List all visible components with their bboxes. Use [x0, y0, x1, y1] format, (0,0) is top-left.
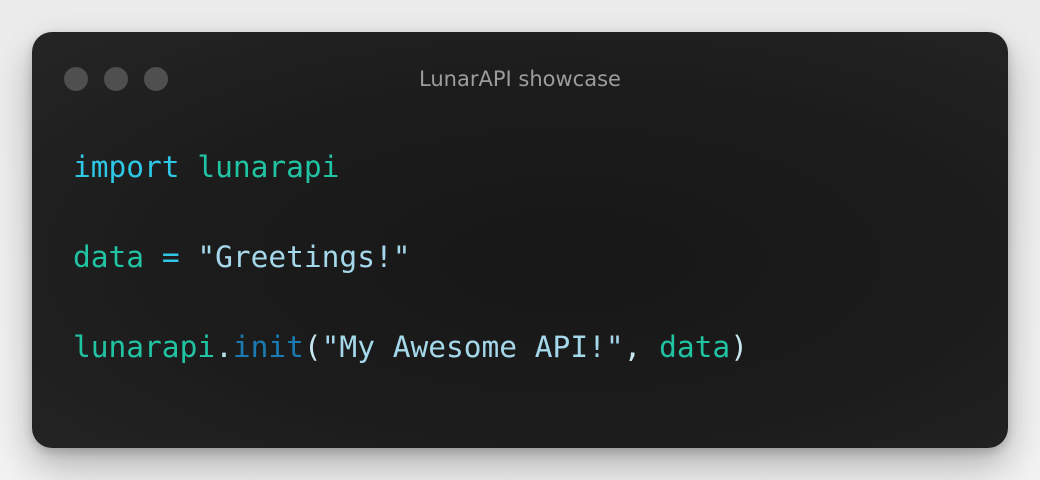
window-titlebar: LunarAPI showcase [32, 32, 1008, 126]
import-keyword: import [73, 150, 180, 184]
method-name: init [232, 330, 304, 364]
argument-name: data [659, 330, 731, 364]
code-line-assignment: data = "Greetings!" [73, 235, 748, 280]
code-line-import: import lunarapi [73, 145, 748, 190]
assignment-operator: = [161, 240, 180, 274]
module-name: lunarapi [197, 150, 340, 184]
dot-operator: . [215, 330, 233, 364]
close-paren: ) [730, 330, 748, 364]
code-line-call: lunarapi.init("My Awesome API!", data) [73, 325, 748, 370]
comma: , [623, 330, 642, 364]
object-name: lunarapi [73, 330, 216, 364]
variable-name: data [73, 240, 145, 274]
string-literal: "Greetings!" [197, 240, 411, 274]
window-title: LunarAPI showcase [419, 67, 621, 91]
open-paren: ( [303, 330, 322, 364]
code-window: LunarAPI showcase import lunarapi data = … [32, 32, 1008, 448]
string-argument: "My Awesome API!" [321, 330, 624, 364]
code-block: import lunarapi data = "Greetings!" lunara… [73, 145, 748, 370]
